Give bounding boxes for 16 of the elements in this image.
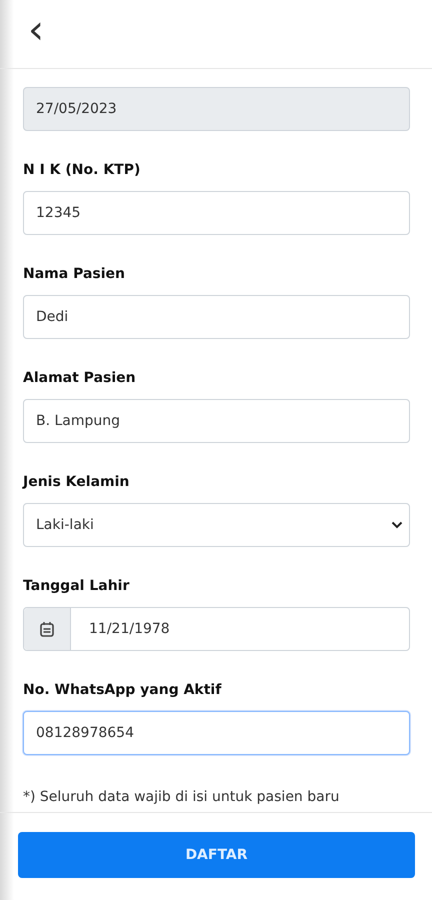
select-field[interactable]: Laki-laki: [23, 503, 410, 547]
field-label: No. WhatsApp yang Aktif: [23, 681, 222, 700]
field-label: Jenis Kelamin: [23, 473, 130, 492]
input-field[interactable]: Dedi: [23, 295, 410, 339]
field-label: N I K (No. KTP): [23, 161, 142, 180]
caret-icon: [391, 521, 403, 529]
date-field[interactable]: 11/21/1978: [23, 607, 410, 651]
input-field[interactable]: 12345: [23, 191, 410, 235]
calendar-icon: [40, 621, 54, 637]
input-field[interactable]: 08128978654: [23, 711, 410, 755]
input-field[interactable]: B. Lampung: [23, 399, 410, 443]
field-label: Tanggal Lahir: [23, 577, 130, 596]
back-button[interactable]: ‹: [26, 10, 46, 50]
field-label: Nama Pasien: [23, 265, 126, 284]
field-label: Alamat Pasien: [23, 369, 137, 388]
note-text: *) Seluruh data wajib di isi untuk pasien baru: [23, 788, 340, 806]
